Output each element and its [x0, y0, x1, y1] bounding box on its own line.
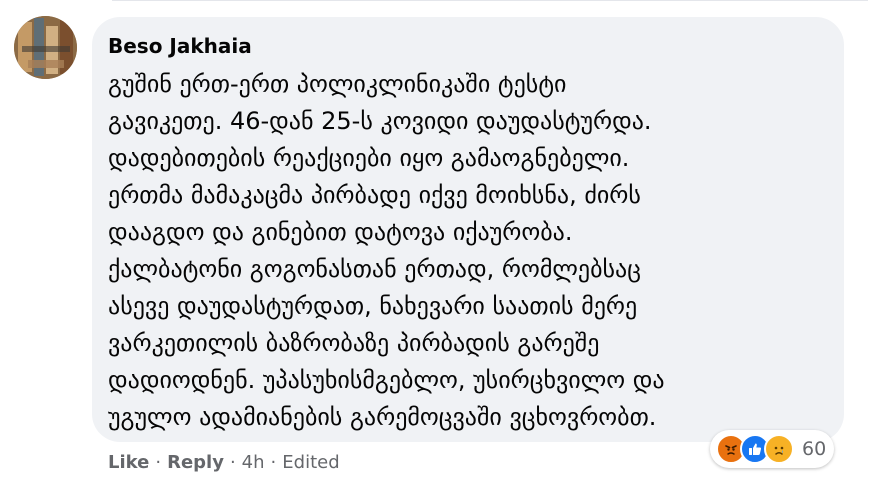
avatar-image: [14, 16, 77, 79]
separator: ·: [270, 452, 277, 473]
comment-container: Beso Jakhaia გუშინ ერთ-ერთ პოლიკლინიკაში…: [0, 0, 878, 484]
comment-timestamp[interactable]: 4h: [242, 452, 265, 473]
reaction-count: 60: [802, 438, 827, 460]
like-button[interactable]: Like: [108, 452, 149, 473]
comment-body: გუშინ ერთ-ერთ პოლიკლინიკაში ტესტი გავიკე…: [108, 66, 826, 436]
comment-line: ასევე დაუდასტურდათ, ნახევარი საათის მერე: [108, 292, 638, 320]
reactions-summary[interactable]: 60: [710, 430, 835, 468]
comment-line: ვარკეთილის ბაზრობაზე პირბადის გარეშე: [108, 329, 600, 357]
comment-line: ქალბატონი გოგონასთან ერთად, რომლებსაც: [108, 255, 641, 283]
avatar[interactable]: [14, 16, 77, 79]
sad-icon: [764, 434, 794, 464]
divider: [112, 0, 868, 1]
reply-button[interactable]: Reply: [167, 452, 224, 473]
separator: ·: [155, 452, 162, 473]
comment-line: უგულო ადამიანების გარემოცვაში ვცხოვრობთ.: [108, 403, 657, 431]
comment-actions: Like · Reply · 4h · Edited: [108, 452, 340, 473]
comment-line: დააგდო და გინებით დატოვა იქაურობა.: [108, 218, 573, 246]
comment-line: დადებითების რეაქციები იყო გამაოგნებელი.: [108, 144, 630, 172]
edited-label[interactable]: Edited: [282, 452, 339, 473]
comment-line: გუშინ ერთ-ერთ პოლიკლინიკაში ტესტი: [108, 70, 567, 98]
comment-author[interactable]: Beso Jakhaia: [108, 34, 252, 58]
separator: ·: [229, 452, 236, 473]
comment-line: ერთმა მამაკაცმა პირბადე იქვე მოიხსნა, ძი…: [108, 181, 641, 209]
comment-line: გავიკეთე. 46-დან 25-ს კოვიდი დაუდასტურდა…: [108, 107, 652, 135]
comment-line: დადიოდნენ. უპასუხისმგებლო, უსირცხვილო და: [108, 366, 665, 394]
